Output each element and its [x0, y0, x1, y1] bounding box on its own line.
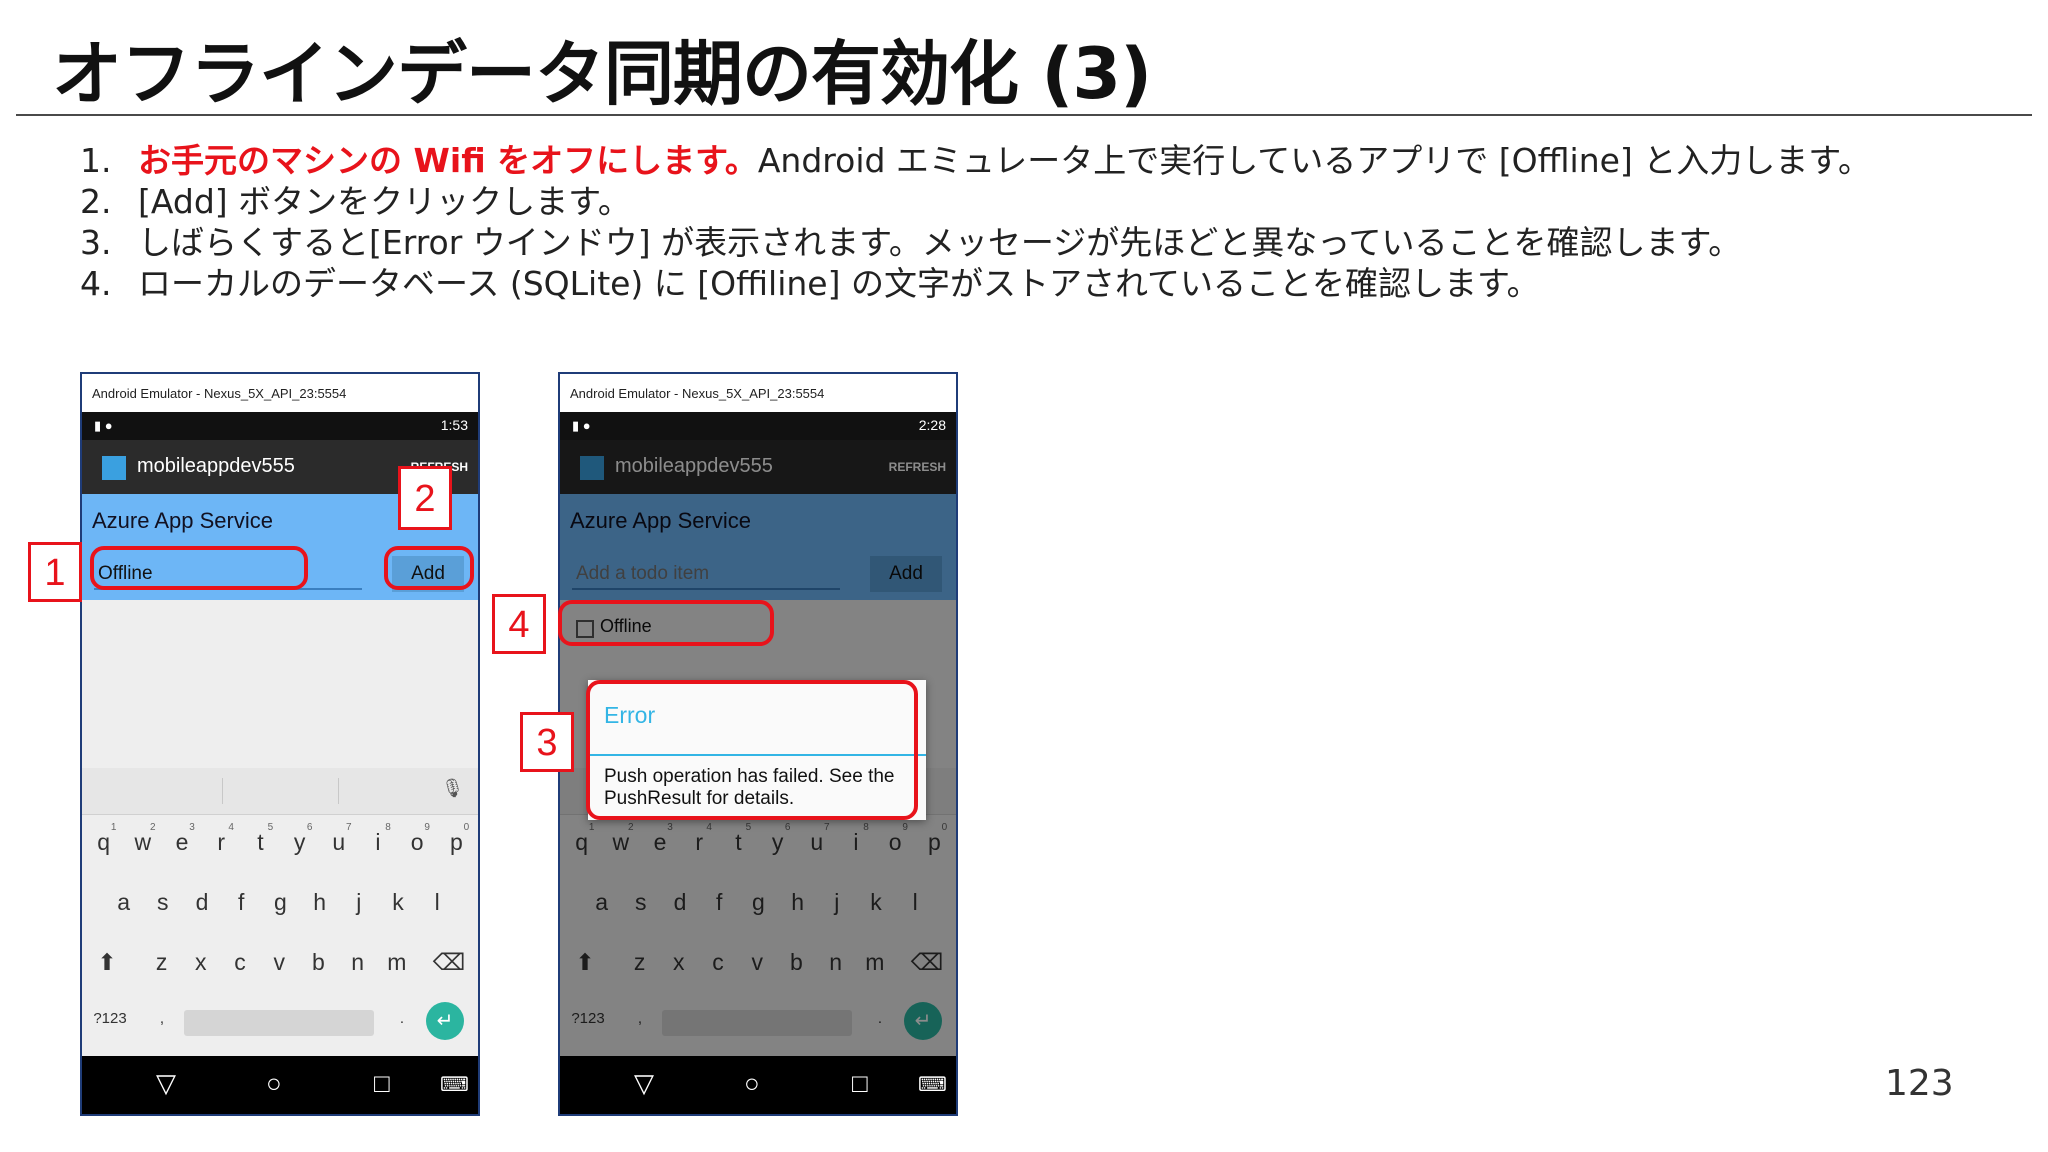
nav-bar: ▽ ○ □ ⌨ [82, 1056, 478, 1114]
callout-item-highlight [558, 600, 774, 646]
mic-icon[interactable]: 🎙 [441, 778, 464, 799]
enter-icon[interactable]: ↵ [426, 1002, 464, 1040]
keyboard-key[interactable]: g [261, 889, 300, 916]
keyboard-key[interactable]: t [241, 829, 280, 856]
symbols-key[interactable]: ?123 [92, 1010, 128, 1027]
keyboard-key[interactable]: k [378, 889, 417, 916]
back-icon[interactable]: ▽ [156, 1068, 176, 1099]
keyboard-key[interactable]: e [162, 829, 201, 856]
status-bar: ▮ ● 2:28 [560, 412, 956, 440]
status-time: 1:53 [440, 417, 468, 433]
emulator-title: Android Emulator - Nexus_5X_API_23:5554 [560, 374, 956, 412]
keyboard-key[interactable]: b [299, 949, 338, 976]
step-text: しばらくすると[Error ウインドウ] が表示されます。メッセージが先ほどと異… [138, 223, 1742, 262]
keyboard-key[interactable]: u [319, 829, 358, 856]
notification-icons: ▮ ● [94, 418, 113, 433]
todo-list-area [82, 600, 478, 1114]
keyboard-key[interactable]: s [143, 889, 182, 916]
callout-input-highlight [90, 546, 308, 590]
callout-dialog-highlight [586, 680, 918, 820]
keyboard-key[interactable]: l [418, 889, 457, 916]
callout-number-4: 4 [492, 594, 546, 654]
emulator-title: Android Emulator - Nexus_5X_API_23:5554 [82, 374, 478, 412]
step-item: 2. [Add] ボタンをクリックします。 [80, 181, 1871, 222]
callout-number-3: 3 [520, 712, 574, 772]
callout-add-highlight [384, 546, 474, 590]
nav-bar: ▽ ○ □ ⌨ [560, 1056, 956, 1114]
step-list: 1. お手元のマシンの Wifi をオフにします。Android エミュレータ上で… [80, 140, 1871, 304]
step-number: 2. [80, 182, 112, 221]
divider [222, 778, 223, 804]
keyboard-icon[interactable]: ⌨ [440, 1072, 469, 1097]
keyboard-key[interactable]: c [220, 949, 259, 976]
notification-icons: ▮ ● [572, 418, 591, 433]
app-logo-icon [102, 456, 126, 480]
callout-number-2: 2 [398, 466, 452, 530]
backspace-icon[interactable]: ⌫ [432, 949, 466, 976]
back-icon[interactable]: ▽ [634, 1068, 654, 1099]
keyboard-key[interactable]: h [300, 889, 339, 916]
comma-key[interactable]: , [152, 1010, 172, 1027]
recents-icon[interactable]: □ [852, 1068, 868, 1099]
step-text: [Add] ボタンをクリックします。 [138, 182, 631, 221]
keyboard-key[interactable]: o [398, 829, 437, 856]
title-rule [16, 114, 2032, 116]
space-key[interactable] [184, 1010, 374, 1036]
divider [338, 778, 339, 804]
step-text: Android エミュレータ上で実行しているアプリで [Offline] と入力… [757, 141, 1871, 180]
keyboard-icon[interactable]: ⌨ [918, 1072, 947, 1097]
azure-header-label: Azure App Service [92, 508, 273, 533]
period-key[interactable]: . [392, 1010, 412, 1027]
slide-title: オフラインデータ同期の有効化 (3) [52, 33, 1152, 115]
step-item: 1. お手元のマシンの Wifi をオフにします。Android エミュレータ上で… [80, 140, 1871, 181]
step-number: 1. [80, 141, 112, 180]
keyboard-key[interactable]: p [437, 829, 476, 856]
keyboard-key[interactable]: n [338, 949, 377, 976]
keyboard-key[interactable]: f [222, 889, 261, 916]
step-item: 4. ローカルのデータベース (SQLite) に [Offiline] の文字が… [80, 263, 1871, 304]
callout-number-1: 1 [28, 542, 82, 602]
keyboard-key[interactable]: m [377, 949, 416, 976]
page-number: 123 [1885, 1063, 1954, 1104]
step-number: 4. [80, 264, 112, 303]
keyboard-key[interactable]: z [142, 949, 181, 976]
shift-icon[interactable]: ⬆ [92, 949, 122, 976]
recents-icon[interactable]: □ [374, 1068, 390, 1099]
status-bar: ▮ ● 1:53 [82, 412, 478, 440]
keyboard-key[interactable]: q [84, 829, 123, 856]
keyboard-key[interactable]: j [339, 889, 378, 916]
keyboard-key[interactable]: d [182, 889, 221, 916]
suggestion-strip: 🎙 [82, 768, 478, 815]
keyboard-key[interactable]: w [123, 829, 162, 856]
status-time: 2:28 [918, 417, 946, 433]
home-icon[interactable]: ○ [266, 1068, 282, 1099]
step-item: 3. しばらくすると[Error ウインドウ] が表示されます。メッセージが先ほど… [80, 222, 1871, 263]
step-highlight: お手元のマシンの Wifi をオフにします。 [138, 141, 758, 180]
keyboard-key[interactable]: y [280, 829, 319, 856]
keyboard-key[interactable]: r [202, 829, 241, 856]
keyboard-key[interactable]: v [260, 949, 299, 976]
step-number: 3. [80, 223, 112, 262]
keyboard-key[interactable]: x [181, 949, 220, 976]
keyboard-key[interactable]: a [104, 889, 143, 916]
home-icon[interactable]: ○ [744, 1068, 760, 1099]
step-text: ローカルのデータベース (SQLite) に [Offiline] の文字がスト… [138, 264, 1540, 303]
keyboard-key[interactable]: i [358, 829, 397, 856]
app-name: mobileappdev555 [137, 455, 295, 477]
